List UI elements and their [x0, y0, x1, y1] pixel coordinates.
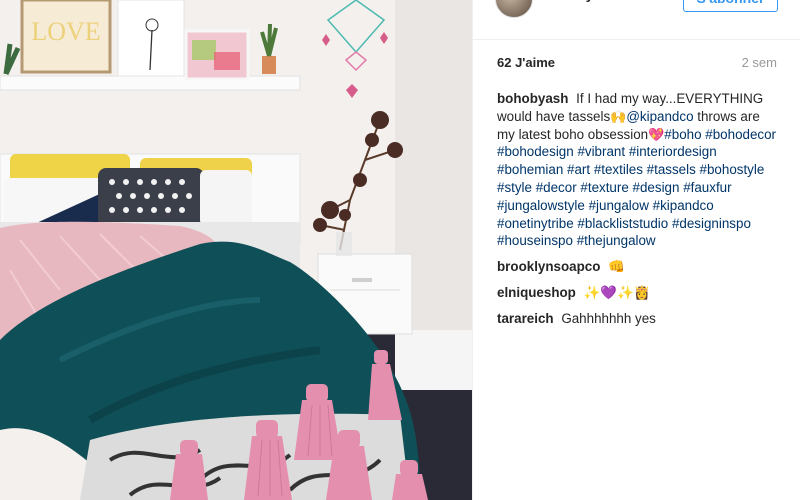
hashtag-link[interactable]: #blackliststudio	[577, 216, 668, 231]
hashtag-link[interactable]: #bohodecor	[705, 127, 776, 142]
baseboard	[395, 330, 472, 390]
love-art-text: LOVE	[31, 17, 100, 46]
likes-count[interactable]: 62 J'aime	[497, 55, 555, 70]
plant-pot	[262, 56, 276, 74]
hashtag-link[interactable]: #bohemian	[497, 162, 563, 177]
hashtag-link[interactable]: #jungalowstyle	[497, 198, 585, 213]
comment-author[interactable]: elniqueshop	[497, 285, 576, 300]
hashtag-link[interactable]: #interiordesign	[629, 144, 717, 159]
hashtag-link[interactable]: #decor	[536, 180, 577, 195]
comment-item: tarareich Gahhhhhhh yes	[497, 310, 779, 328]
hashtag-link[interactable]: #fauxfur	[683, 180, 731, 195]
comment-author[interactable]: brooklynsoapco	[497, 259, 600, 274]
comment-text: 👊	[608, 259, 625, 275]
post-stats: 62 J'aime 2 sem	[497, 55, 777, 73]
post-details-panel: bohobyash S'abonner 62 J'aime 2 sem boho…	[472, 0, 800, 500]
hashtag-link[interactable]: #style	[497, 180, 532, 195]
comment-text: Gahhhhhhh yes	[561, 310, 656, 326]
comment-item: elniqueshop ✨💜✨👸	[497, 284, 779, 302]
hashtag-link[interactable]: #kipandco	[653, 198, 714, 213]
mention-link[interactable]: @kipandco	[626, 109, 693, 124]
hashtag-link[interactable]: #designinspo	[672, 216, 751, 231]
hashtag-link[interactable]: #houseinspo	[497, 233, 573, 248]
bedroom-photo-illustration: LOVE	[0, 0, 472, 500]
raised-hands-emoji: 🙌	[610, 108, 627, 124]
hashtag-link[interactable]: #texture	[580, 180, 628, 195]
follow-button[interactable]: S'abonner	[683, 0, 778, 12]
hashtag-link[interactable]: #design	[633, 180, 680, 195]
hashtag-link[interactable]: #thejungalow	[577, 233, 656, 248]
hashtag-link[interactable]: #onetinytribe	[497, 216, 574, 231]
caption-author[interactable]: bohobyash	[497, 91, 568, 106]
hashtag-link[interactable]: #bohodesign	[497, 144, 574, 159]
shelf	[0, 75, 301, 91]
post-time[interactable]: 2 sem	[742, 55, 777, 70]
hashtag-link[interactable]: #art	[567, 162, 590, 177]
comment-text: ✨💜✨👸	[583, 284, 651, 300]
post-header: bohobyash S'abonner	[473, 0, 800, 40]
hashtag-link[interactable]: #bohostyle	[700, 162, 765, 177]
header-username[interactable]: bohobyash	[543, 0, 618, 2]
comment-item: brooklynsoapco 👊	[497, 258, 779, 276]
hashtag-link[interactable]: #vibrant	[577, 144, 625, 159]
hashtag-link[interactable]: #boho	[664, 127, 701, 142]
hashtag-link[interactable]: #textiles	[594, 162, 643, 177]
comments-list: bohobyash If I had my way...EVERYTHING w…	[497, 90, 779, 336]
caption: bohobyash If I had my way...EVERYTHING w…	[497, 90, 779, 250]
comment-author[interactable]: tarareich	[497, 311, 554, 326]
avatar[interactable]	[495, 0, 533, 18]
hashtag-link[interactable]: #tassels	[647, 162, 696, 177]
heart-emoji: 💖	[648, 126, 665, 142]
hashtag-link[interactable]: #jungalow	[589, 198, 649, 213]
post-photo[interactable]: LOVE	[0, 0, 472, 500]
